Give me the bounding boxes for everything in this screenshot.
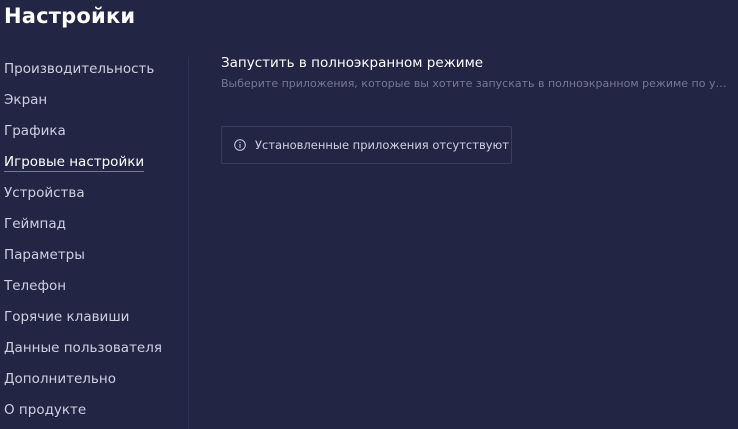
sidebar-item-hotkeys[interactable]: Горячие клавиши (4, 306, 129, 328)
sidebar-item-label: Графика (4, 123, 66, 139)
sidebar-item-game-settings[interactable]: Игровые настройки (4, 151, 145, 173)
sidebar-item-user-data[interactable]: Данные пользователя (4, 337, 162, 359)
sidebar-item-about[interactable]: О продукте (4, 399, 86, 421)
page-title: Настройки (4, 4, 136, 28)
sidebar-item-parameters[interactable]: Параметры (4, 244, 85, 266)
sidebar-item-advanced[interactable]: Дополнительно (4, 368, 116, 390)
sidebar-item-label: Устройства (4, 185, 85, 201)
sidebar-item-label: Горячие клавиши (4, 309, 130, 325)
sidebar-item-label: Дополнительно (4, 371, 116, 387)
sidebar-item-label: Производительность (4, 61, 155, 77)
sidebar-item-display[interactable]: Экран (4, 89, 47, 111)
sidebar-item-label: Игровые настройки (4, 154, 145, 172)
sidebar-item-devices[interactable]: Устройства (4, 182, 85, 204)
sidebar-item-label: Телефон (4, 278, 67, 294)
sidebar-item-label: Параметры (4, 247, 85, 263)
sidebar-item-phone[interactable]: Телефон (4, 275, 66, 297)
sidebar-item-label: О продукте (4, 402, 87, 418)
info-icon (234, 139, 246, 151)
section-title: Запустить в полноэкранном режиме (221, 55, 484, 71)
sidebar-item-gamepad[interactable]: Геймпад (4, 213, 66, 235)
sidebar-item-graphics[interactable]: Графика (4, 120, 66, 142)
settings-sidebar: Производительность Экран Графика Игровые… (0, 57, 188, 429)
sidebar-divider (188, 57, 189, 429)
section-subtitle: Выберите приложения, которые вы хотите з… (221, 77, 733, 90)
sidebar-item-label: Экран (4, 92, 48, 108)
sidebar-item-label: Данные пользователя (4, 340, 162, 356)
notice-text: Установленные приложения отсутствуют (255, 138, 509, 152)
sidebar-item-performance[interactable]: Производительность (4, 58, 154, 80)
empty-apps-notice: Установленные приложения отсутствуют (221, 126, 512, 164)
sidebar-item-label: Геймпад (4, 216, 66, 232)
